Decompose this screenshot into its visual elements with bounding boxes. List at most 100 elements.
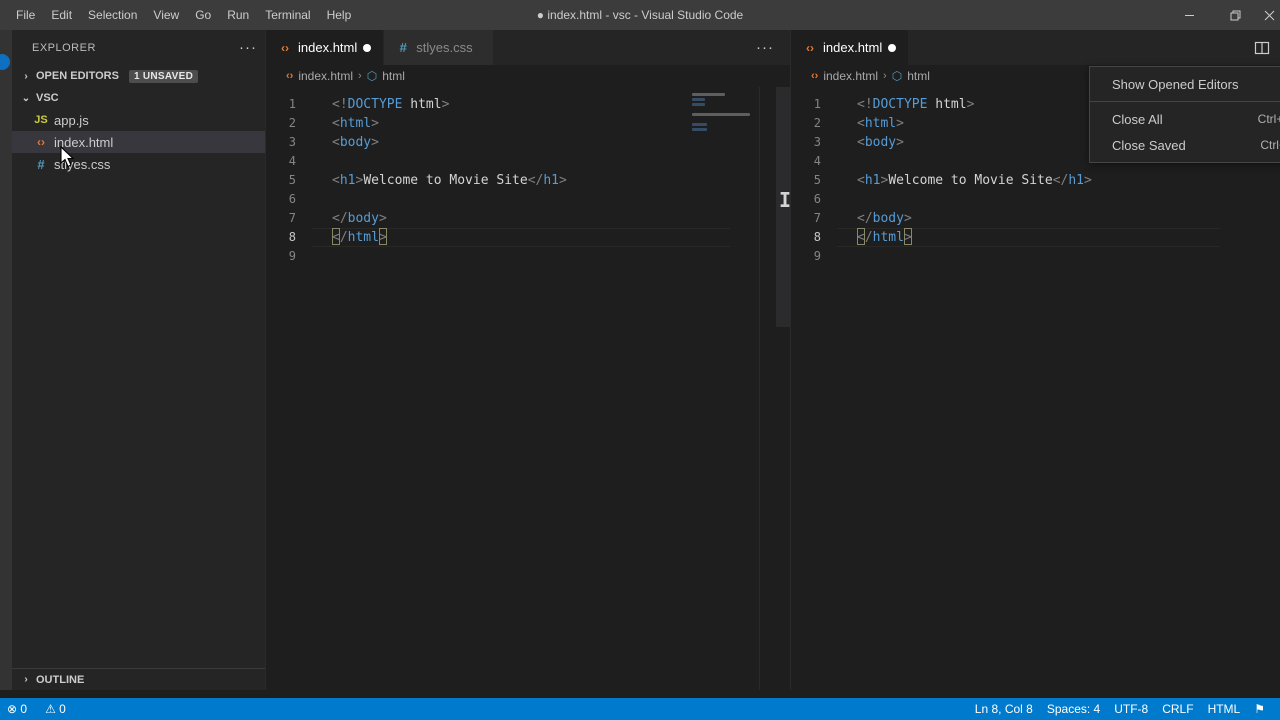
unsaved-indicator-icon[interactable] [363, 43, 372, 52]
line-text: <body> [837, 133, 904, 152]
line-text: </body> [312, 209, 387, 228]
activity-bar[interactable] [0, 30, 12, 690]
breadcrumb-symbol[interactable]: html [907, 69, 930, 83]
minimize-button[interactable] [1166, 0, 1212, 30]
editor-scrollbar-left[interactable] [776, 87, 790, 690]
token: </ [1052, 173, 1069, 188]
token: h1 [339, 173, 356, 188]
token: < [332, 173, 340, 188]
section-folder-vsc[interactable]: ⌄ VSC [12, 87, 265, 109]
line-number: 7 [288, 211, 296, 225]
split-editor-icon[interactable] [1254, 40, 1270, 56]
minimap-left[interactable] [692, 91, 752, 211]
html-file-icon: ‹› [286, 70, 294, 82]
code-editor-left[interactable]: 1 <!DOCTYPE html> 2 <html> 3 <body> 4 5 <h1>Welc… [266, 87, 790, 690]
menu-help[interactable]: Help [319, 4, 360, 26]
explorer-more-actions-icon[interactable]: ··· [239, 40, 257, 55]
file-name: app.js [54, 112, 89, 128]
tab-index-html[interactable]: ‹› index.html [266, 30, 385, 65]
context-menu-label: Close Saved [1112, 137, 1186, 153]
token: html [872, 230, 904, 245]
token: h1 [543, 173, 559, 188]
menu-file[interactable]: File [8, 4, 43, 26]
editor-more-actions-icon[interactable]: ··· [750, 40, 780, 55]
window-controls[interactable] [1166, 0, 1280, 30]
token: </ [857, 211, 873, 226]
cursor-position[interactable]: Ln 8, Col 8 [968, 698, 1040, 720]
menu-run[interactable]: Run [219, 4, 257, 26]
line-text: </html> [312, 228, 387, 247]
context-menu-item-show-opened-editors[interactable]: Show Opened Editors [1090, 71, 1280, 97]
context-menu-item-close-all[interactable]: Close All Ctrl+K W [1090, 106, 1280, 132]
context-menu-separator [1090, 101, 1280, 102]
js-file-icon: JS [34, 114, 48, 126]
token: body [864, 135, 897, 150]
tab-label: stlyes.css [416, 40, 473, 55]
minimap-line [692, 93, 725, 96]
close-button[interactable] [1258, 0, 1280, 30]
chevron-down-icon: ⌄ [21, 92, 31, 104]
eol[interactable]: CRLF [1155, 698, 1200, 720]
minimap-line [692, 98, 706, 101]
breadcrumb-file[interactable]: index.html [823, 69, 878, 83]
encoding[interactable]: UTF-8 [1107, 698, 1155, 720]
code-line: 6 [791, 190, 1280, 209]
language-mode[interactable]: HTML [1201, 698, 1248, 720]
menu-selection[interactable]: Selection [80, 4, 145, 26]
token: < [332, 116, 340, 131]
tab-stlyes-css[interactable]: # stlyes.css [384, 30, 495, 65]
status-bar: ⊗ 0 ⚠ 0 Ln 8, Col 8 Spaces: 4 UTF-8 CRLF HTML… [0, 698, 1280, 720]
line-number: 1 [288, 97, 296, 111]
section-outline[interactable]: › OUTLINE [12, 668, 265, 690]
menu-go[interactable]: Go [187, 4, 219, 26]
line-number: 1 [813, 97, 821, 111]
code-editor-right[interactable]: 1 <!DOCTYPE html> 2 <html> 3 <body> 4 5 <h1>Welc… [791, 87, 1280, 690]
indentation[interactable]: Spaces: 4 [1040, 698, 1107, 720]
token: > [378, 211, 387, 226]
feedback-icon[interactable]: ⚑ [1247, 698, 1272, 720]
breadcrumb-left[interactable]: ‹› index.html › ⬡ html [266, 65, 790, 87]
html-file-icon: ‹› [37, 135, 45, 149]
token: html [347, 230, 379, 245]
errors-count[interactable]: ⊗ 0 [0, 698, 34, 720]
file-item-stlyes-css[interactable]: # stlyes.css [12, 153, 265, 175]
breadcrumb-file[interactable]: index.html [298, 69, 353, 83]
line-text: <!DOCTYPE html> [837, 95, 974, 114]
file-item-index-html[interactable]: ‹› index.html [12, 131, 265, 153]
tab-bar-right: ‹› index.html [791, 30, 1280, 65]
token: > [896, 116, 904, 131]
warnings-count[interactable]: ⚠ 0 [38, 698, 73, 720]
line-text: <h1>Welcome to Movie Site</h1> [312, 171, 567, 190]
unsaved-indicator-icon[interactable] [888, 43, 897, 52]
context-menu-label: Close All [1112, 111, 1163, 127]
html-file-icon: ‹› [811, 70, 819, 82]
code-line: 9 [266, 247, 790, 266]
token: > [966, 97, 975, 112]
line-number: 9 [813, 249, 821, 263]
tab-index-html[interactable]: ‹› index.html [791, 30, 910, 65]
token: html [935, 97, 967, 112]
file-list: JS app.js ‹› index.html # stlyes.css [12, 109, 265, 175]
token: </ [857, 230, 873, 245]
section-open-editors[interactable]: › OPEN EDITORS 1 UNSAVED [12, 65, 265, 87]
menu-edit[interactable]: Edit [43, 4, 80, 26]
activity-badge [0, 54, 10, 70]
breadcrumb-symbol[interactable]: html [382, 69, 405, 83]
tab-label: index.html [298, 40, 358, 55]
menu-terminal[interactable]: Terminal [257, 4, 318, 26]
line-number: 6 [288, 192, 296, 206]
line-text: <!DOCTYPE html> [312, 95, 449, 114]
context-menu-item-close-saved[interactable]: Close Saved Ctrl+K U [1090, 132, 1280, 158]
unsaved-badge: 1 UNSAVED [128, 69, 199, 83]
menu-bar[interactable]: File Edit Selection View Go Run Terminal Help [0, 0, 359, 30]
menu-view[interactable]: View [145, 4, 187, 26]
editor-context-menu[interactable]: Show Opened EditorsClose AllCtrl+K WClos… [1089, 66, 1280, 163]
tabs-left: ‹› index.html # stlyes.css [266, 30, 495, 65]
open-editors-label: OPEN EDITORS [36, 70, 119, 82]
css-file-icon: # [399, 40, 407, 55]
restore-button[interactable] [1212, 0, 1258, 30]
context-menu-shortcut: Ctrl+K U [1260, 138, 1280, 152]
token: </ [332, 211, 348, 226]
file-item-app-js[interactable]: JS app.js [12, 109, 265, 131]
chevron-right-icon: › [24, 70, 28, 82]
